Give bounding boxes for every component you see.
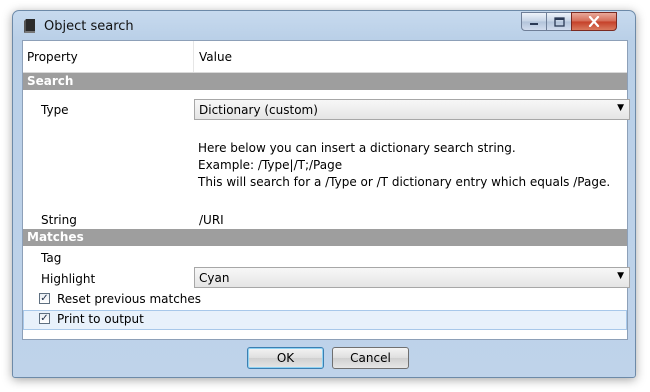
reset-previous-matches-checkbox[interactable]: ✓ (39, 293, 50, 304)
dropdown-arrow-icon: ▼ (617, 103, 624, 113)
type-dropdown-value: Dictionary (custom) (199, 103, 318, 117)
description-line: Example: /Type|/T;/Page (198, 158, 343, 172)
button-bar: OK Cancel (22, 340, 628, 370)
minimize-icon (530, 22, 538, 25)
reset-previous-matches-label: Reset previous matches (57, 292, 202, 306)
print-to-output-row[interactable]: ✓ Print to output (23, 310, 627, 330)
type-description: Here below you can insert a dictionary s… (198, 140, 610, 191)
grid-header: Property Value (23, 41, 627, 73)
print-to-output-label: Print to output (57, 312, 144, 326)
section-header-search: Search (23, 73, 627, 90)
book-icon (24, 19, 35, 33)
type-dropdown[interactable]: Dictionary (custom) ▼ (194, 99, 630, 120)
ok-button[interactable]: OK (247, 347, 324, 369)
string-label: String (41, 213, 77, 227)
type-label: Type (41, 103, 69, 117)
dropdown-arrow-icon: ▼ (617, 271, 624, 281)
window-title: Object search (44, 19, 134, 34)
highlight-label: Highlight (41, 272, 96, 286)
minimize-button[interactable] (521, 12, 547, 31)
maximize-icon (553, 16, 565, 27)
object-search-dialog: Object search Property Value Search Type (12, 10, 636, 378)
print-to-output-checkbox[interactable]: ✓ (39, 313, 50, 324)
highlight-dropdown-value: Cyan (199, 271, 230, 285)
property-grid: Property Value Search Type Dictionary (c… (22, 40, 630, 340)
cancel-button[interactable]: Cancel (332, 347, 409, 369)
close-button[interactable] (571, 12, 617, 31)
value-column-header[interactable]: Value (199, 50, 232, 64)
title-bar[interactable]: Object search (13, 11, 635, 40)
description-line: Here below you can insert a dictionary s… (198, 141, 516, 155)
string-input[interactable]: /URI (199, 213, 224, 227)
close-icon (588, 16, 600, 27)
maximize-button[interactable] (546, 12, 572, 31)
highlight-dropdown[interactable]: Cyan ▼ (194, 267, 630, 288)
tag-label: Tag (41, 251, 62, 265)
property-column-header[interactable]: Property (27, 50, 78, 64)
reset-previous-matches-row[interactable]: ✓ Reset previous matches (23, 290, 627, 310)
description-line: This will search for a /Type or /T dicti… (198, 175, 611, 189)
column-divider[interactable] (193, 41, 194, 72)
section-header-matches: Matches (23, 229, 627, 246)
